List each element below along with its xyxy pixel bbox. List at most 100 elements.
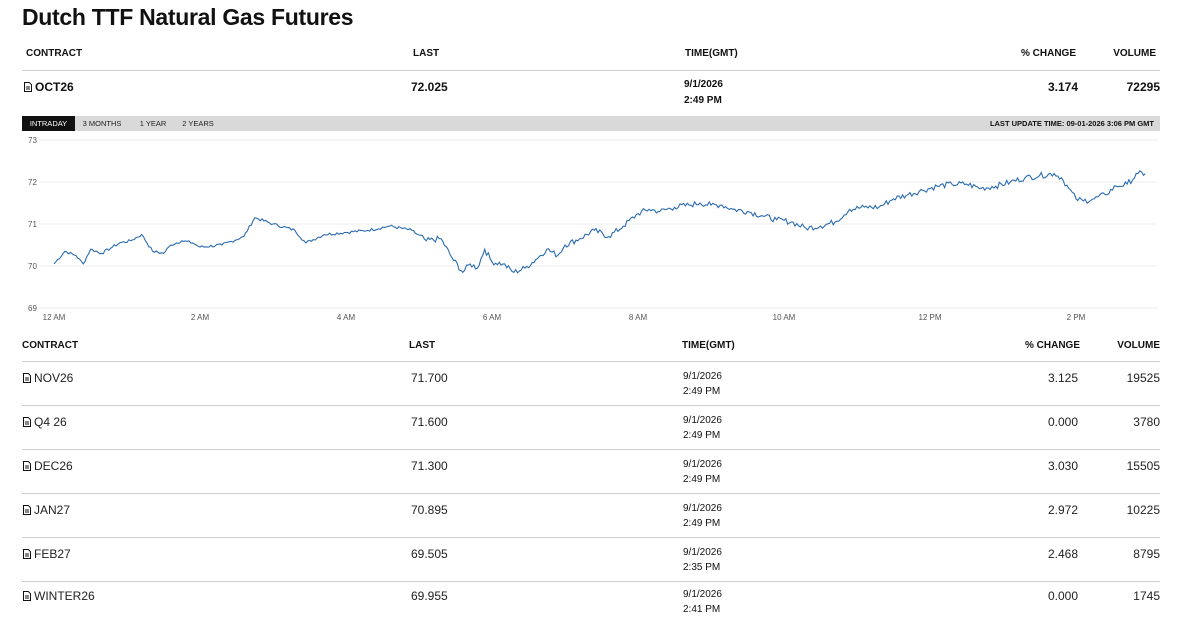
table-row: FEB27 69.505 9/1/2026 2:35 PM 2.468 8795	[22, 538, 1160, 582]
tab-2-years[interactable]: 2 YEARS	[179, 116, 217, 131]
contract-last: 69.505	[411, 547, 448, 561]
table-row: Q4 26 71.600 9/1/2026 2:49 PM 0.000 3780	[22, 406, 1160, 450]
x-tick-label: 6 AM	[483, 313, 502, 322]
x-tick-label: 12 AM	[43, 313, 66, 322]
col-volume-header: VOLUME	[1113, 48, 1156, 59]
main-time: 2:49 PM	[684, 95, 722, 106]
contract-date-value: 9/1/2026	[683, 503, 722, 514]
col-contract-header-2: CONTRACT	[22, 340, 79, 351]
table-row: WINTER26 69.955 9/1/2026 2:41 PM 0.000 17…	[22, 582, 1160, 626]
document-icon	[23, 461, 31, 471]
contract-name: NOV26	[34, 371, 74, 385]
contract-date-value: 9/1/2026	[683, 371, 722, 382]
contract-volume: 1745	[1133, 589, 1160, 603]
contract-date-value: 9/1/2026	[683, 459, 722, 470]
tab-3-months[interactable]: 3 MONTHS	[75, 116, 129, 131]
contract-change: 2.972	[1047, 503, 1078, 517]
contract-time: 9/1/2026 2:49 PM	[683, 413, 722, 443]
col-change-header-2: % CHANGE	[1024, 340, 1080, 351]
contract-time-value: 2:35 PM	[683, 562, 721, 573]
contract-date-value: 9/1/2026	[683, 589, 722, 600]
contract-name: FEB27	[34, 547, 71, 561]
x-tick-label: 2 AM	[191, 313, 210, 322]
contract-name: WINTER26	[34, 589, 95, 603]
contract-volume: 10225	[1126, 503, 1160, 517]
col-change-header: % CHANGE	[1020, 48, 1076, 59]
contract-time: 9/1/2026 2:35 PM	[683, 545, 722, 575]
contract-time-value: 2:49 PM	[683, 430, 721, 441]
contract-name: Q4 26	[34, 415, 67, 429]
contract-volume: 19525	[1126, 371, 1160, 385]
contract-time-value: 2:41 PM	[683, 604, 721, 615]
contract-time-value: 2:49 PM	[683, 386, 721, 397]
x-tick-label: 4 AM	[337, 313, 356, 322]
y-tick-label: 69	[28, 304, 37, 313]
contract-last: 71.300	[411, 459, 448, 473]
header-divider	[22, 70, 1160, 71]
col-time-header-2: TIME(GMT)	[682, 340, 735, 351]
x-tick-label: 10 AM	[773, 313, 796, 322]
main-contract-link[interactable]: OCT26	[24, 80, 74, 94]
chart-grid	[39, 139, 1157, 309]
contract-link[interactable]: WINTER26	[23, 589, 95, 603]
table-row: JAN27 70.895 9/1/2026 2:49 PM 2.972 10225	[22, 494, 1160, 538]
contract-link[interactable]: JAN27	[23, 503, 70, 517]
contract-time-value: 2:49 PM	[683, 474, 721, 485]
document-icon	[23, 591, 31, 601]
contract-link[interactable]: Q4 26	[23, 415, 67, 429]
contract-change: 2.468	[1047, 547, 1078, 561]
contract-change: 0.000	[1047, 589, 1078, 603]
contract-time-value: 2:49 PM	[683, 518, 721, 529]
contract-change: 3.030	[1047, 459, 1078, 473]
table-row: DEC26 71.300 9/1/2026 2:49 PM 3.030 15505	[22, 450, 1160, 494]
contract-time: 9/1/2026 2:49 PM	[683, 457, 722, 487]
contract-volume: 8795	[1133, 547, 1160, 561]
contract-time: 9/1/2026 2:49 PM	[683, 369, 722, 399]
contract-change: 0.000	[1047, 415, 1078, 429]
price-series-line	[53, 170, 1146, 274]
contract-volume: 3780	[1133, 415, 1160, 429]
x-axis-ticks: 12 AM 2 AM 4 AM 6 AM 8 AM 10 AM 12 PM 2 PM	[43, 313, 1086, 322]
main-contract-name: OCT26	[35, 80, 74, 94]
contract-date-value: 9/1/2026	[683, 547, 722, 558]
contract-time: 9/1/2026 2:41 PM	[683, 587, 722, 617]
table-row: NOV26 71.700 9/1/2026 2:49 PM 3.125 19525	[22, 362, 1160, 406]
col-time-header: TIME(GMT)	[685, 48, 738, 59]
last-update-time: LAST UPDATE TIME: 09-01-2026 3:06 PM GMT	[989, 119, 1154, 128]
col-last-header: LAST	[413, 48, 440, 59]
x-tick-label: 2 PM	[1067, 313, 1086, 322]
document-icon	[24, 82, 32, 92]
main-date: 9/1/2026	[684, 79, 723, 90]
contract-change: 3.125	[1047, 371, 1078, 385]
y-axis-ticks: 73 72 71 70 69	[28, 136, 37, 313]
contract-link[interactable]: NOV26	[23, 371, 73, 385]
contract-link[interactable]: DEC26	[23, 459, 73, 473]
y-tick-label: 72	[28, 178, 37, 187]
main-last: 72.025	[411, 80, 448, 94]
contract-last: 69.955	[411, 589, 448, 603]
contract-time: 9/1/2026 2:49 PM	[683, 501, 722, 531]
y-tick-label: 71	[28, 220, 37, 229]
document-icon	[23, 549, 31, 559]
range-bar: INTRADAY 3 MONTHS 1 YEAR 2 YEARS LAST UP…	[22, 116, 1160, 131]
main-change: 3.174	[1047, 80, 1078, 94]
page-title: Dutch TTF Natural Gas Futures	[22, 4, 354, 30]
contract-volume: 15505	[1126, 459, 1160, 473]
contract-last: 71.600	[411, 415, 448, 429]
tab-1-year[interactable]: 1 YEAR	[134, 116, 172, 131]
x-tick-label: 12 PM	[918, 313, 941, 322]
x-tick-label: 8 AM	[629, 313, 648, 322]
document-icon	[23, 505, 31, 515]
contract-link[interactable]: FEB27	[23, 547, 71, 561]
document-icon	[23, 417, 31, 427]
y-tick-label: 70	[28, 262, 37, 271]
contract-date-value: 9/1/2026	[683, 415, 722, 426]
contract-name: DEC26	[34, 459, 73, 473]
col-last-header-2: LAST	[409, 340, 436, 351]
contract-last: 71.700	[411, 371, 448, 385]
document-icon	[23, 373, 31, 383]
tab-intraday[interactable]: INTRADAY	[22, 116, 75, 131]
main-volume: 72295	[1126, 80, 1160, 94]
y-tick-label: 73	[28, 136, 37, 145]
intraday-chart: 7372717069 12 AM 2 AM 4 AM 6 AM 8 AM 10 AM 12 …	[28, 136, 1157, 322]
